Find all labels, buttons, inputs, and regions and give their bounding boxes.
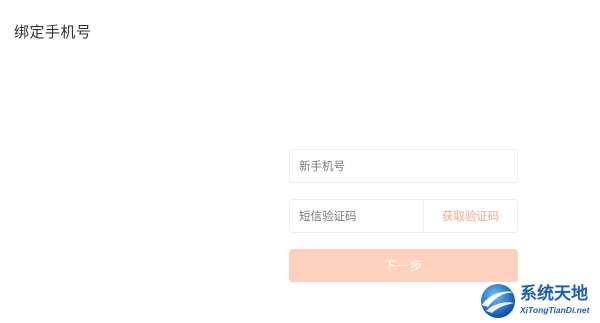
bind-phone-page: 绑定手机号 获取验证码 下一步 系统天地 XiTongTianDi.net xyxy=(0,0,600,323)
page-title: 绑定手机号 xyxy=(14,23,92,41)
watermark: 系统天地 XiTongTianDi.net xyxy=(478,277,600,323)
new-phone-field[interactable] xyxy=(289,149,518,183)
globe-swoosh-icon xyxy=(481,284,516,318)
sms-code-input[interactable] xyxy=(290,200,423,232)
watermark-cn-text: 系统天地 xyxy=(520,283,588,304)
get-code-button[interactable]: 获取验证码 xyxy=(424,200,517,232)
sms-code-field: 获取验证码 xyxy=(289,199,518,233)
watermark-text: 系统天地 XiTongTianDi.net xyxy=(520,283,590,315)
new-phone-input[interactable] xyxy=(290,150,517,182)
watermark-en-text: XiTongTianDi.net xyxy=(520,304,590,315)
